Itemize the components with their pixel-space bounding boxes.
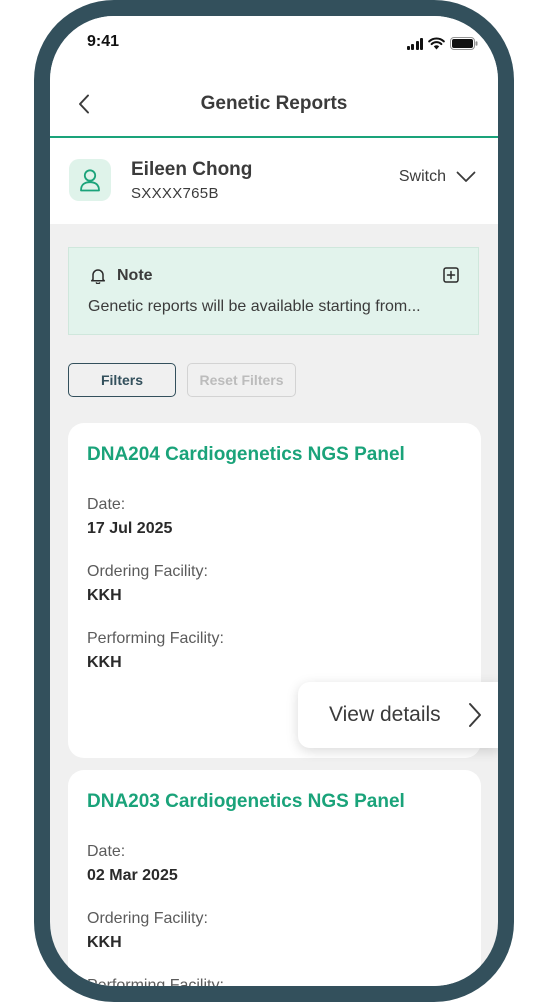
date-label: Date:	[87, 496, 126, 513]
date-value: 02 Mar 2025	[87, 867, 178, 884]
status-bar: 9:41	[50, 16, 498, 72]
chevron-right-icon	[469, 703, 481, 727]
user-icon	[80, 169, 100, 192]
switch-profile-button[interactable]: Switch	[399, 168, 476, 186]
date-label: Date:	[87, 843, 126, 860]
switch-label: Switch	[398, 168, 446, 185]
bell-icon	[90, 269, 106, 284]
profile-id: SXXXX765B	[131, 185, 219, 202]
performing-facility-label: Performing Facility:	[87, 977, 224, 986]
report-title: DNA203 Cardiogenetics NGS Panel	[87, 791, 405, 812]
screen: 9:41 Genetic Reports Eileen Chong SXXXX7…	[50, 16, 498, 986]
view-details-label: View details	[329, 703, 441, 726]
date-value: 17 Jul 2025	[87, 520, 173, 537]
page-title: Genetic Reports	[200, 93, 348, 114]
performing-facility-value: KKH	[87, 654, 122, 671]
battery-icon	[450, 37, 478, 50]
avatar	[69, 159, 111, 201]
filters-button[interactable]: Filters	[68, 363, 176, 397]
report-title: DNA204 Cardiogenetics NGS Panel	[87, 444, 405, 465]
view-details-button[interactable]: View details	[298, 682, 498, 748]
ordering-facility-label: Ordering Facility:	[87, 563, 208, 580]
chevron-down-icon	[456, 171, 476, 182]
note-banner: Note Genetic reports will be available s…	[68, 247, 479, 335]
performing-facility-label: Performing Facility:	[87, 630, 224, 647]
ordering-facility-label: Ordering Facility:	[87, 910, 208, 927]
reset-filters-button[interactable]: Reset Filters	[187, 363, 296, 397]
note-text: Genetic reports will be available starti…	[88, 298, 421, 315]
expand-plus-icon[interactable]	[443, 267, 459, 283]
ordering-facility-value: KKH	[87, 587, 122, 604]
app-header: Genetic Reports	[50, 72, 498, 138]
profile-bar: Eileen Chong SXXXX765B Switch	[50, 138, 498, 224]
status-icons	[406, 36, 479, 50]
wifi-icon	[428, 37, 445, 50]
ordering-facility-value: KKH	[87, 934, 122, 951]
status-time: 9:41	[87, 33, 120, 50]
signal-icon	[406, 38, 423, 50]
note-title: Note	[117, 267, 153, 284]
report-card[interactable]: DNA203 Cardiogenetics NGS Panel Date: 02…	[68, 770, 481, 986]
profile-name: Eileen Chong	[131, 159, 253, 180]
